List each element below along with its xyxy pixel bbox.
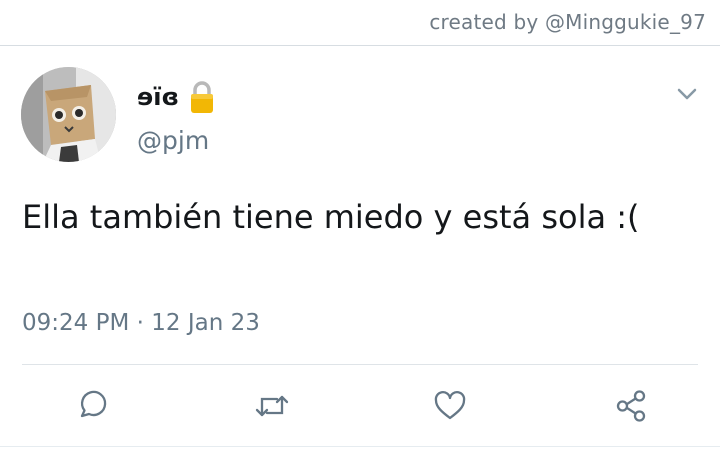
tweet-timestamp[interactable]: 09:24 PM · 12 Jan 23	[22, 310, 260, 336]
reply-icon	[80, 390, 107, 418]
tweet-text: Ella también tiene miedo y está sola :(	[22, 198, 640, 236]
retweet-icon	[255, 395, 289, 417]
user-handle[interactable]: @pjm	[137, 126, 209, 155]
tweet-date: 12 Jan 23	[151, 310, 260, 336]
heart-icon	[434, 391, 466, 420]
like-button[interactable]	[428, 384, 472, 428]
tweet-screenshot: created by @Minggukie_97 ɘïɞ @pjm Ella t…	[0, 0, 720, 459]
avatar[interactable]	[21, 67, 116, 162]
tweet-time: 09:24 PM	[22, 310, 130, 336]
bottom-divider	[0, 446, 720, 447]
chevron-down-icon[interactable]	[676, 83, 698, 105]
retweet-button[interactable]	[250, 384, 294, 428]
watermark: created by @Minggukie_97	[429, 10, 706, 34]
lock-icon	[189, 80, 215, 114]
action-bar	[0, 384, 720, 428]
name-row: ɘïɞ	[137, 80, 215, 114]
avatar-image	[21, 67, 116, 162]
action-divider	[22, 364, 698, 365]
reply-button[interactable]	[69, 384, 113, 428]
top-divider	[0, 45, 720, 46]
timestamp-separator: ·	[129, 310, 152, 336]
share-button[interactable]	[609, 384, 653, 428]
share-icon	[616, 390, 646, 422]
display-name[interactable]: ɘïɞ	[137, 83, 179, 111]
